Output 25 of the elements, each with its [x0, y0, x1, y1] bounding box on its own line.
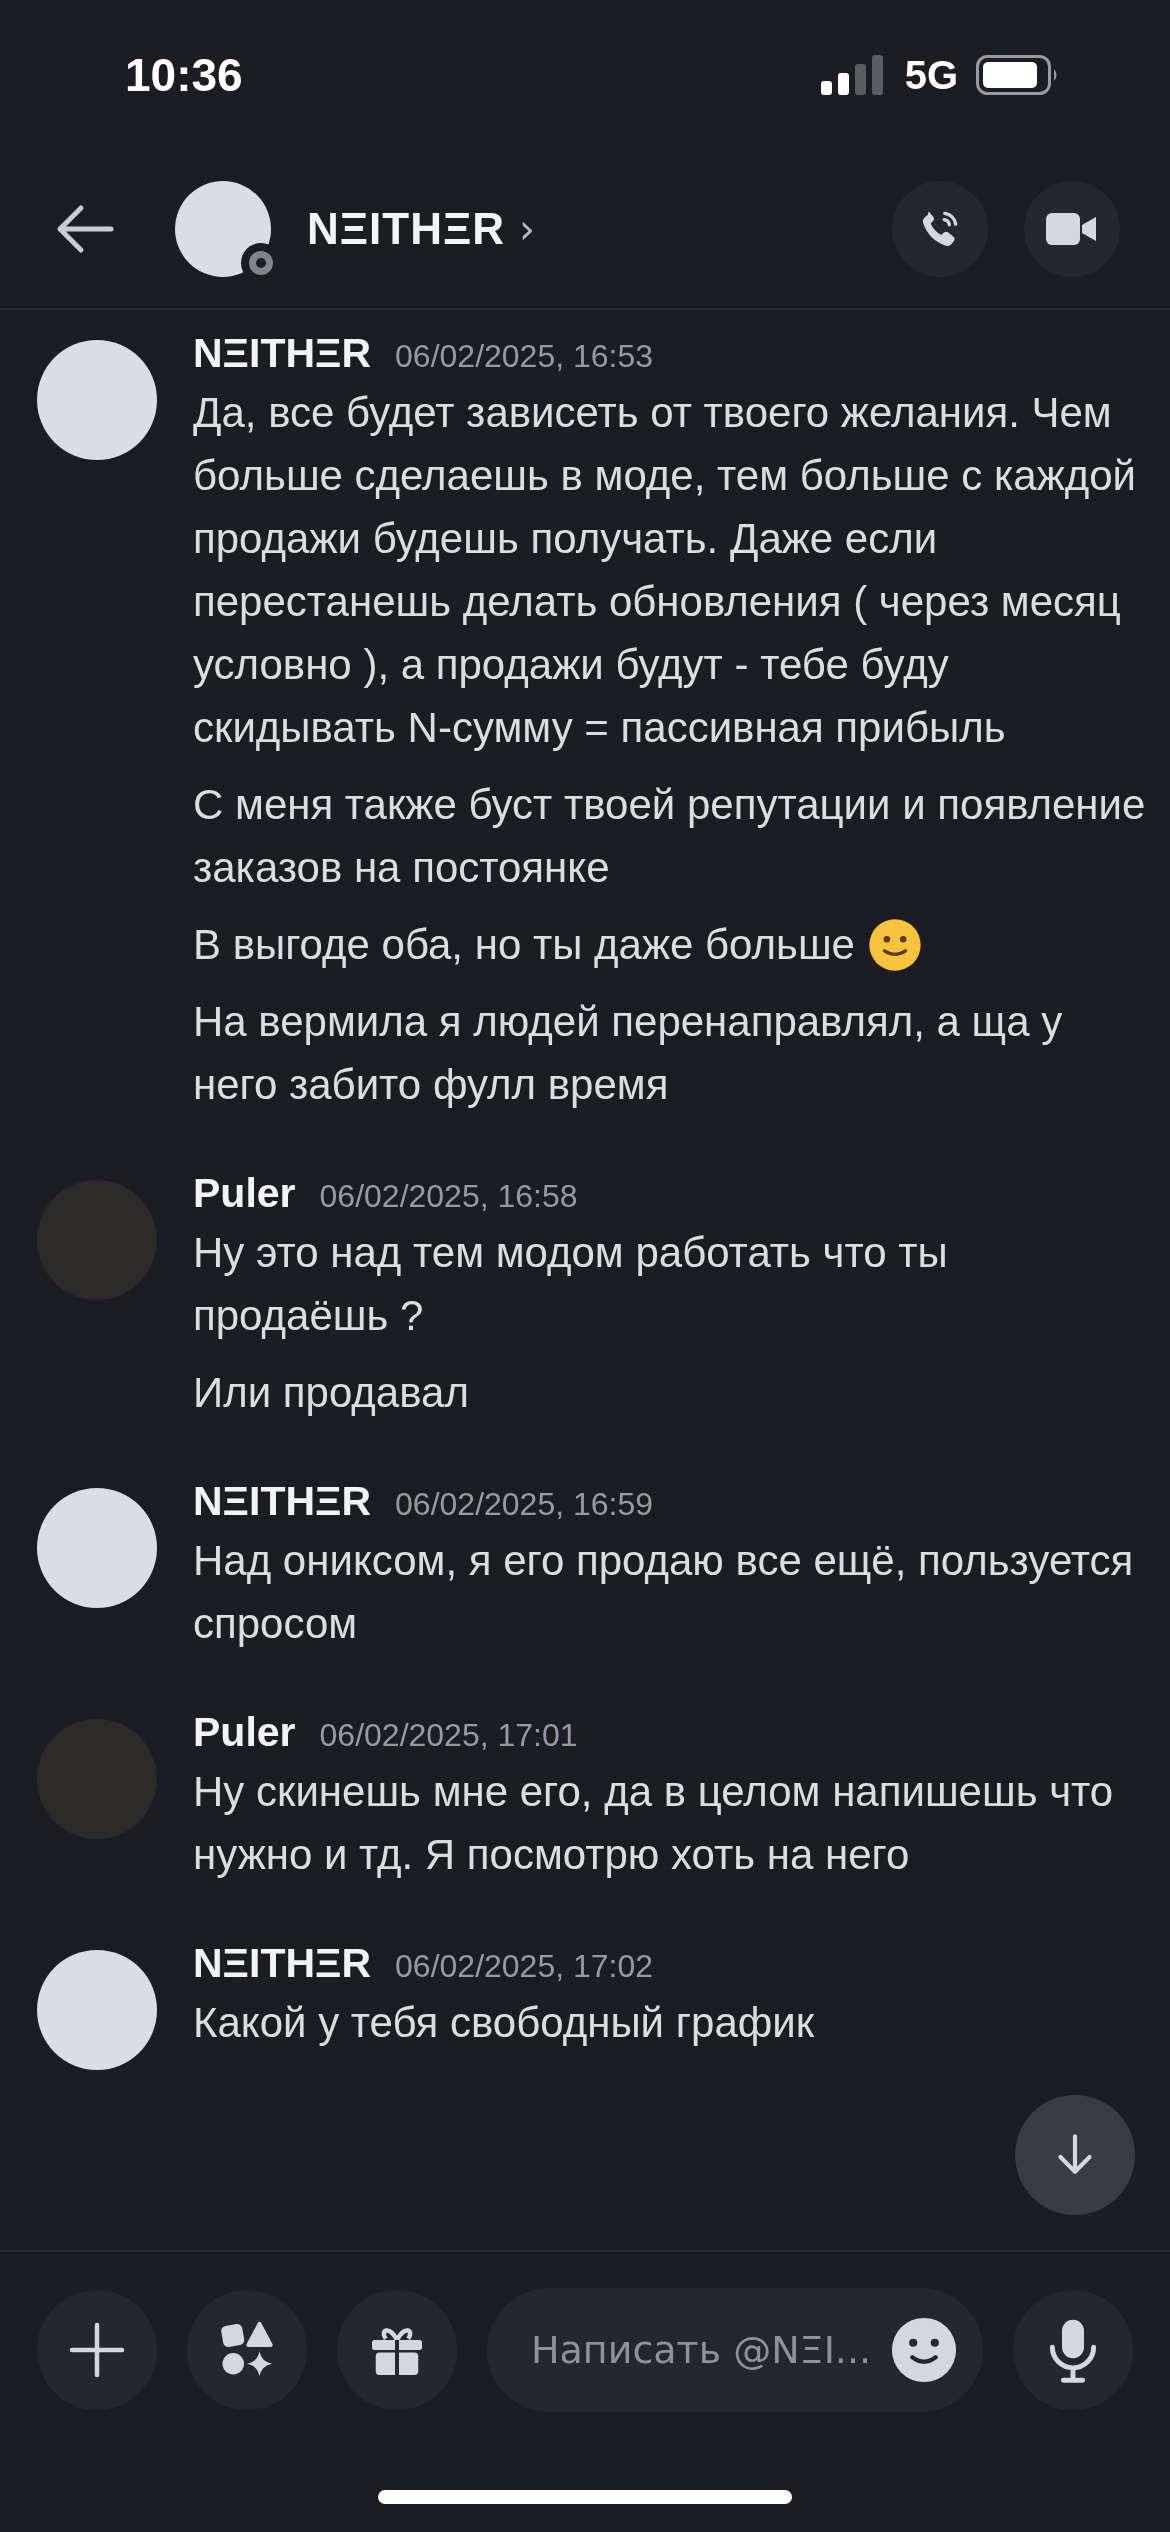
- timestamp: 06/02/2025, 16:58: [319, 1178, 578, 1215]
- timestamp: 06/02/2025, 16:53: [395, 338, 654, 375]
- contact-name[interactable]: NΞITHΞR: [307, 204, 506, 254]
- chevron-glyph[interactable]: ›: [519, 206, 536, 252]
- message-text: Или продавал: [193, 1368, 469, 1418]
- timestamp: 06/02/2025, 17:02: [395, 1948, 654, 1985]
- author-name[interactable]: Puler: [193, 1709, 296, 1756]
- message-text: Ну это над тем модом работать что ты продаёшь ?: [193, 1228, 949, 1341]
- timestamp: 06/02/2025, 17:01: [319, 1717, 578, 1754]
- message-text: С меня также буст твоей репутации и появление заказов на постоянке: [193, 780, 1147, 893]
- message-text: Да, все будет зависеть от твоего желания. Чем больше сделаешь в моде, тем больше с каждой продажи будешь получать. Даже если перестанешь делать обновления ( через месяц условно ), а продажи будут - тебе буду скидывать N-сумму = пассивная прибыль: [193, 388, 1138, 753]
- message-text: Ну скинешь мне его, да в целом напишешь что нужно и тд. Я посмотрю хоть на него: [193, 1767, 1115, 1880]
- message-text: Над ониксом, я его продаю все ещё, пользуется спросом: [193, 1536, 1135, 1649]
- timestamp: 06/02/2025, 16:59: [395, 1486, 654, 1523]
- message-text: Какой у тебя свободный график: [193, 1998, 815, 2048]
- author-name[interactable]: Puler: [193, 1170, 296, 1217]
- author-name[interactable]: NΞITHΞR: [193, 1940, 372, 1987]
- author-name[interactable]: NΞITHΞR: [193, 1478, 372, 1525]
- network-label: 5G: [904, 52, 958, 98]
- message-input[interactable]: Написать @NΞI...: [529, 2327, 877, 2373]
- message-text: На вермила я людей перенаправлял, а ща у него забито фулл время: [193, 997, 1064, 1110]
- author-name[interactable]: NΞITHΞR: [193, 330, 372, 377]
- message-text: В выгоде оба, но ты даже больше: [193, 920, 855, 970]
- message-composer[interactable]: Написать @NΞI...: [487, 2288, 983, 2412]
- clock: 10:36: [125, 48, 243, 102]
